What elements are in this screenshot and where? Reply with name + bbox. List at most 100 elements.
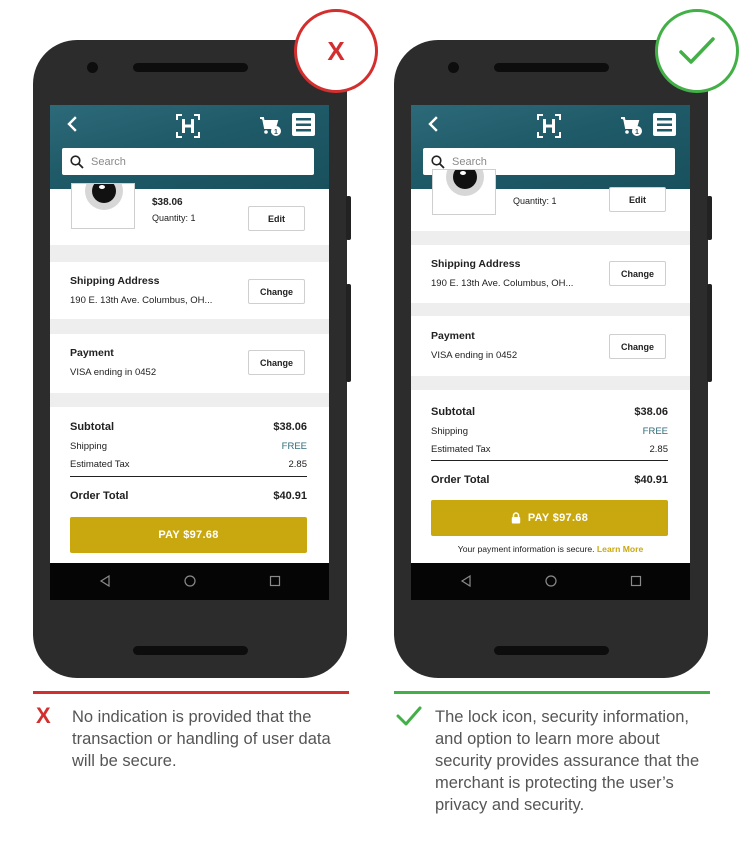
nav-recent-icon[interactable] xyxy=(268,574,282,588)
back-arrow-icon[interactable] xyxy=(64,116,80,132)
menu-icon[interactable] xyxy=(292,113,315,136)
checkmark-icon xyxy=(679,37,715,64)
tax-row: Estimated Tax 2.85 xyxy=(431,444,668,455)
volume-button xyxy=(346,284,351,382)
shipping-row: Shipping FREE xyxy=(431,426,668,437)
menu-icon[interactable] xyxy=(653,113,676,136)
good-badge xyxy=(655,9,739,93)
order-summary-card: Subtotal $38.06 Shipping FREE Estimated … xyxy=(411,390,690,563)
change-shipping-button[interactable]: Change xyxy=(248,279,305,304)
search-input[interactable] xyxy=(452,155,652,168)
power-button xyxy=(346,196,351,240)
front-camera xyxy=(448,62,459,73)
front-camera xyxy=(87,62,98,73)
nav-home-icon[interactable] xyxy=(183,574,197,588)
payment-card: Payment VISA ending in 0452 Change xyxy=(411,316,690,376)
change-payment-button[interactable]: Change xyxy=(248,350,305,375)
payment-title: Payment xyxy=(70,347,114,359)
total-value: $40.91 xyxy=(634,474,668,486)
logo-h-icon[interactable] xyxy=(536,113,562,139)
learn-more-link[interactable]: Learn More xyxy=(597,544,643,554)
shipping-card: Shipping Address 190 E. 13th Ave. Columb… xyxy=(50,262,329,319)
subtotal-label: Subtotal xyxy=(70,421,114,433)
search-icon xyxy=(70,154,84,169)
summary-divider xyxy=(70,476,307,477)
tax-value: 2.85 xyxy=(288,459,308,470)
total-row: Order Total $40.91 xyxy=(70,490,307,502)
payment-title: Payment xyxy=(431,330,475,342)
volume-button xyxy=(707,284,712,382)
total-value: $40.91 xyxy=(273,490,307,502)
total-label: Order Total xyxy=(431,474,490,486)
product-card: Quantity: 1 Edit xyxy=(411,169,690,231)
subtotal-value: $38.06 xyxy=(273,421,307,433)
nav-back-icon[interactable] xyxy=(459,574,473,588)
tax-label: Estimated Tax xyxy=(70,459,130,470)
payment-card: Payment VISA ending in 0452 Change xyxy=(50,334,329,393)
bottom-speaker xyxy=(133,646,248,655)
subtotal-row: Subtotal $38.06 xyxy=(431,406,668,418)
subtotal-value: $38.06 xyxy=(634,406,668,418)
security-note-text: Your payment information is secure. xyxy=(457,544,595,554)
pay-button[interactable]: PAY $97.68 xyxy=(70,517,307,553)
cart-count: 1 xyxy=(274,129,278,136)
nav-recent-icon[interactable] xyxy=(629,574,643,588)
android-nav-bar xyxy=(411,563,690,600)
shipping-label: Shipping xyxy=(431,426,468,437)
subtotal-label: Subtotal xyxy=(431,406,475,418)
total-label: Order Total xyxy=(70,490,129,502)
search-input[interactable] xyxy=(91,155,291,168)
change-payment-button[interactable]: Change xyxy=(609,334,666,359)
tax-value: 2.85 xyxy=(649,444,669,455)
bad-example-panel: 1 $38.06 Quantity: 1 Edit xyxy=(0,0,378,857)
payment-method: VISA ending in 0452 xyxy=(70,367,157,378)
shipping-card: Shipping Address 190 E. 13th Ave. Columb… xyxy=(411,245,690,303)
shipping-value: FREE xyxy=(642,426,668,437)
android-nav-bar xyxy=(50,563,329,600)
product-image xyxy=(71,183,135,229)
pay-button[interactable]: PAY $97.68 xyxy=(431,500,668,536)
nav-home-icon[interactable] xyxy=(544,574,558,588)
security-note: Your payment information is secure. Lear… xyxy=(411,544,690,554)
shipping-address: 190 E. 13th Ave. Columbus, OH... xyxy=(431,278,574,289)
phone-screen: 1 Quantity: 1 Edit Shipping xyxy=(411,105,690,600)
bad-badge: X xyxy=(294,9,378,93)
cart-icon[interactable]: 1 xyxy=(620,115,642,137)
app-bar: 1 xyxy=(50,105,329,189)
pay-button-label: PAY $97.68 xyxy=(158,529,219,541)
logo-h-icon[interactable] xyxy=(175,113,201,139)
bottom-speaker xyxy=(494,646,609,655)
edit-button[interactable]: Edit xyxy=(609,187,666,212)
checkmark-icon xyxy=(396,706,422,726)
phone-screen: 1 $38.06 Quantity: 1 Edit xyxy=(50,105,329,600)
search-bar[interactable] xyxy=(62,148,314,175)
back-arrow-icon[interactable] xyxy=(425,116,441,132)
phone-frame: 1 Quantity: 1 Edit Shipping xyxy=(394,40,712,678)
x-icon: X xyxy=(36,703,51,728)
shipping-value: FREE xyxy=(281,441,307,452)
shipping-row: Shipping FREE xyxy=(70,441,307,452)
good-example-panel: 1 Quantity: 1 Edit Shipping xyxy=(375,0,750,857)
product-quantity: Quantity: 1 xyxy=(513,196,557,206)
product-price: $38.06 xyxy=(152,197,183,208)
nav-back-icon[interactable] xyxy=(98,574,112,588)
lock-icon xyxy=(511,512,521,524)
order-summary-card: Subtotal $38.06 Shipping FREE Estimated … xyxy=(50,407,329,563)
payment-method: VISA ending in 0452 xyxy=(431,350,518,361)
phone-frame: 1 $38.06 Quantity: 1 Edit xyxy=(33,40,351,678)
tax-row: Estimated Tax 2.85 xyxy=(70,459,307,470)
x-icon: X xyxy=(327,36,345,66)
top-speaker xyxy=(494,63,609,72)
product-image xyxy=(432,169,496,215)
cart-icon[interactable]: 1 xyxy=(259,115,281,137)
bad-caption: No indication is provided that the trans… xyxy=(72,708,331,770)
subtotal-row: Subtotal $38.06 xyxy=(70,421,307,433)
change-shipping-button[interactable]: Change xyxy=(609,261,666,286)
product-quantity: Quantity: 1 xyxy=(152,213,196,223)
cart-count: 1 xyxy=(635,129,639,136)
product-card: $38.06 Quantity: 1 Edit xyxy=(50,183,329,245)
edit-button[interactable]: Edit xyxy=(248,206,305,231)
pay-button-label: PAY $97.68 xyxy=(527,512,589,524)
summary-divider xyxy=(431,460,668,461)
shipping-title: Shipping Address xyxy=(70,275,160,287)
